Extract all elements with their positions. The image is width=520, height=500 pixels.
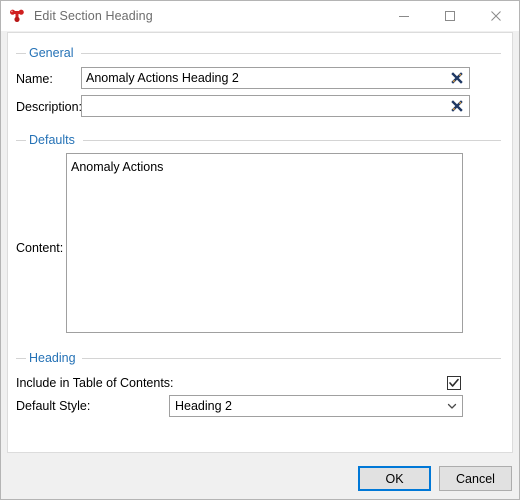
- name-label: Name:: [16, 72, 53, 86]
- close-icon: [491, 11, 501, 21]
- description-clear-icon[interactable]: [450, 99, 464, 113]
- content-label: Content:: [16, 241, 64, 255]
- default-style-combobox[interactable]: Heading 2: [169, 395, 463, 417]
- chevron-down-icon[interactable]: [442, 396, 462, 416]
- ok-button[interactable]: OK: [358, 466, 431, 491]
- checkmark-icon: [449, 378, 459, 387]
- name-input[interactable]: Anomaly Actions Heading 2: [81, 67, 470, 89]
- heading-group-rule-right: [82, 358, 501, 359]
- name-clear-icon[interactable]: [450, 71, 464, 85]
- name-input-value: Anomaly Actions Heading 2: [86, 71, 239, 85]
- include-toc-label: Include in Table of Contents:: [16, 376, 174, 390]
- general-group-label: General: [29, 46, 74, 60]
- include-toc-checkbox[interactable]: [447, 376, 461, 390]
- dialog-client-area: General Name: Anomaly Actions Heading 2 …: [7, 32, 513, 453]
- defaults-group-rule-right: [83, 140, 501, 141]
- defaults-group-rule-left: [16, 140, 26, 141]
- description-label: Description:: [16, 100, 82, 114]
- app-icon: [8, 7, 26, 25]
- default-style-value: Heading 2: [175, 399, 232, 413]
- content-textarea-value: Anomaly Actions: [71, 160, 164, 174]
- window-controls: [381, 1, 519, 31]
- minimize-button[interactable]: [381, 1, 427, 31]
- description-input[interactable]: [81, 95, 470, 117]
- general-group-rule-right: [81, 53, 501, 54]
- dialog-window: Edit Section Heading General Name: Anoma…: [0, 0, 520, 500]
- maximize-button[interactable]: [427, 1, 473, 31]
- minimize-icon: [399, 16, 409, 17]
- window-title: Edit Section Heading: [34, 9, 153, 23]
- cancel-button[interactable]: Cancel: [439, 466, 512, 491]
- defaults-group-label: Defaults: [29, 133, 75, 147]
- default-style-label: Default Style:: [16, 399, 91, 413]
- heading-group-rule-left: [16, 358, 26, 359]
- general-group-rule-left: [16, 53, 26, 54]
- content-textarea[interactable]: Anomaly Actions: [66, 153, 463, 333]
- maximize-icon: [445, 11, 455, 21]
- close-button[interactable]: [473, 1, 519, 31]
- heading-group-label: Heading: [29, 351, 76, 365]
- title-bar: Edit Section Heading: [1, 1, 519, 31]
